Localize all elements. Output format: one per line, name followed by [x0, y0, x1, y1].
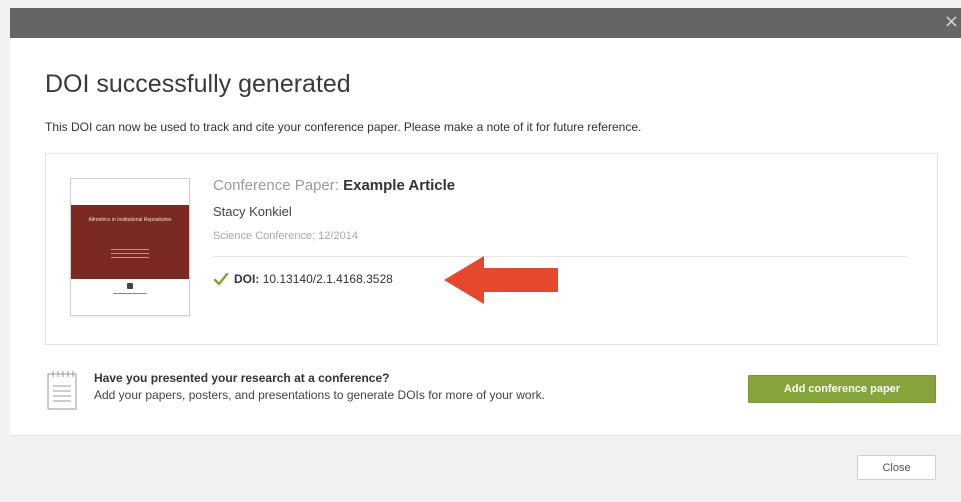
thumbnail-title: Altmetrics in Institutional Repositories [88, 217, 172, 223]
arrow-left-icon [444, 256, 558, 304]
paper-title[interactable]: Example Article [343, 177, 455, 194]
promo-text: Add your papers, posters, and presentati… [94, 388, 545, 402]
doi-line: DOI: 10.13140/2.1.4168.3528 [234, 272, 393, 286]
thumbnail-logo [127, 283, 133, 289]
thumbnail-text-lines [111, 249, 149, 261]
paper-venue: Science Conference; 12/2014 [213, 230, 358, 242]
close-icon[interactable]: × [944, 12, 959, 32]
doi-value: 10.13140/2.1.4168.3528 [262, 272, 393, 286]
paper-type-label: Conference Paper: [213, 177, 339, 194]
dialog-subtitle: This DOI can now be used to track and ci… [45, 120, 642, 134]
thumbnail-cover-band: Altmetrics in Institutional Repositories [71, 205, 189, 279]
check-icon [213, 272, 229, 286]
paper-thumbnail[interactable]: Altmetrics in Institutional Repositories [70, 178, 190, 316]
notepad-icon [47, 371, 77, 410]
close-button[interactable]: Close [857, 455, 936, 480]
dialog-footer: Close [10, 435, 961, 502]
paper-author[interactable]: Stacy Konkiel [213, 204, 292, 219]
promo-heading: Have you presented your research at a co… [94, 371, 390, 385]
dialog-header-bar: × [10, 8, 961, 38]
thumbnail-footer-line [113, 293, 147, 294]
dialog-title: DOI successfully generated [45, 70, 351, 98]
paper-heading: Conference Paper: Example Article [213, 177, 455, 194]
add-conference-paper-button[interactable]: Add conference paper [748, 375, 936, 403]
dialog-body: DOI successfully generated This DOI can … [10, 38, 961, 435]
backdrop [0, 0, 961, 8]
doi-label: DOI: [234, 272, 260, 286]
paper-card: Altmetrics in Institutional Repositories… [45, 153, 938, 345]
